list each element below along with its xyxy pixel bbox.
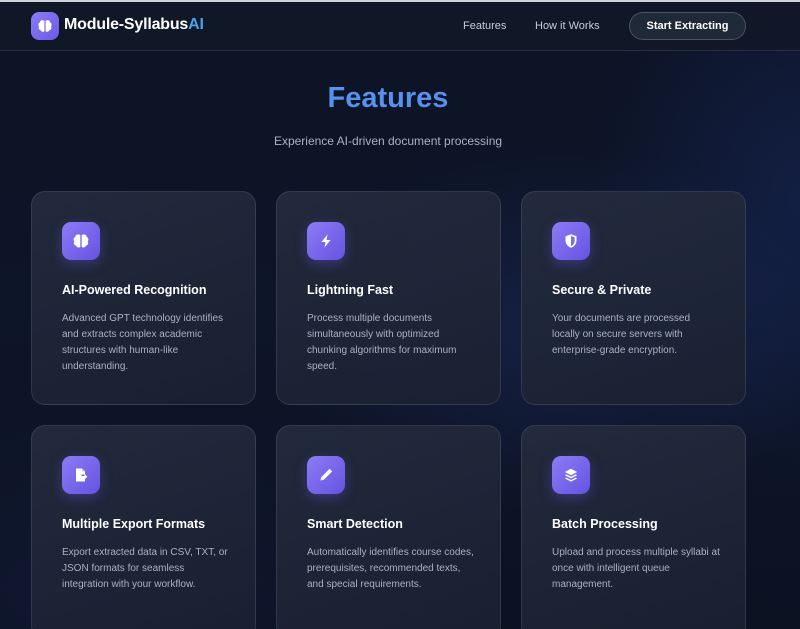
feature-title: Multiple Export Formats [62, 517, 206, 531]
feature-description: Advanced GPT technology identifies and e… [62, 313, 224, 372]
brain-icon [62, 222, 100, 260]
shield-icon [552, 222, 590, 260]
feature-card-ai-recognition: AI-Powered Recognition Advanced GPT tech… [31, 191, 256, 405]
feature-title: Lightning Fast [307, 283, 394, 297]
feature-description: Upload and process multiple syllabi at o… [552, 547, 720, 590]
layers-icon [552, 456, 590, 494]
section-title: Features [0, 82, 776, 115]
feature-description: Your documents are processed locally on … [552, 313, 691, 356]
feature-card-smart-detection: Smart Detection Automatically identifies… [276, 425, 501, 629]
nav-link-how-it-works[interactable]: How it Works [535, 20, 600, 32]
feature-title: Secure & Private [552, 283, 652, 297]
feature-card-batch-processing: Batch Processing Upload and process mult… [521, 425, 746, 629]
feature-card-secure-private: Secure & Private Your documents are proc… [521, 191, 746, 405]
brand-accent: AI [188, 16, 204, 33]
feature-description: Automatically identifies course codes, p… [307, 547, 474, 590]
file-export-icon [62, 456, 100, 494]
feature-card-export-formats: Multiple Export Formats Export extracted… [31, 425, 256, 629]
feature-title: Smart Detection [307, 517, 403, 531]
brain-icon[interactable] [31, 12, 59, 40]
bolt-icon [307, 222, 345, 260]
start-extracting-button[interactable]: Start Extracting [629, 12, 746, 40]
feature-title: AI-Powered Recognition [62, 283, 207, 297]
brand-main: Module-Syllabus [64, 16, 189, 33]
section-subtitle: Experience AI-driven document processing [273, 134, 503, 148]
navbar: Module-SyllabusAI Features How it Works … [0, 2, 800, 51]
pen-icon [307, 456, 345, 494]
feature-description: Process multiple documents simultaneousl… [307, 313, 457, 372]
page: Module-SyllabusAI Features How it Works … [0, 0, 800, 629]
feature-description: Export extracted data in CSV, TXT, or JS… [62, 547, 228, 590]
feature-title: Batch Processing [552, 517, 658, 531]
brand-name[interactable]: Module-SyllabusAI [64, 16, 204, 34]
feature-card-lightning-fast: Lightning Fast Process multiple document… [276, 191, 501, 405]
nav-link-features[interactable]: Features [463, 20, 506, 32]
